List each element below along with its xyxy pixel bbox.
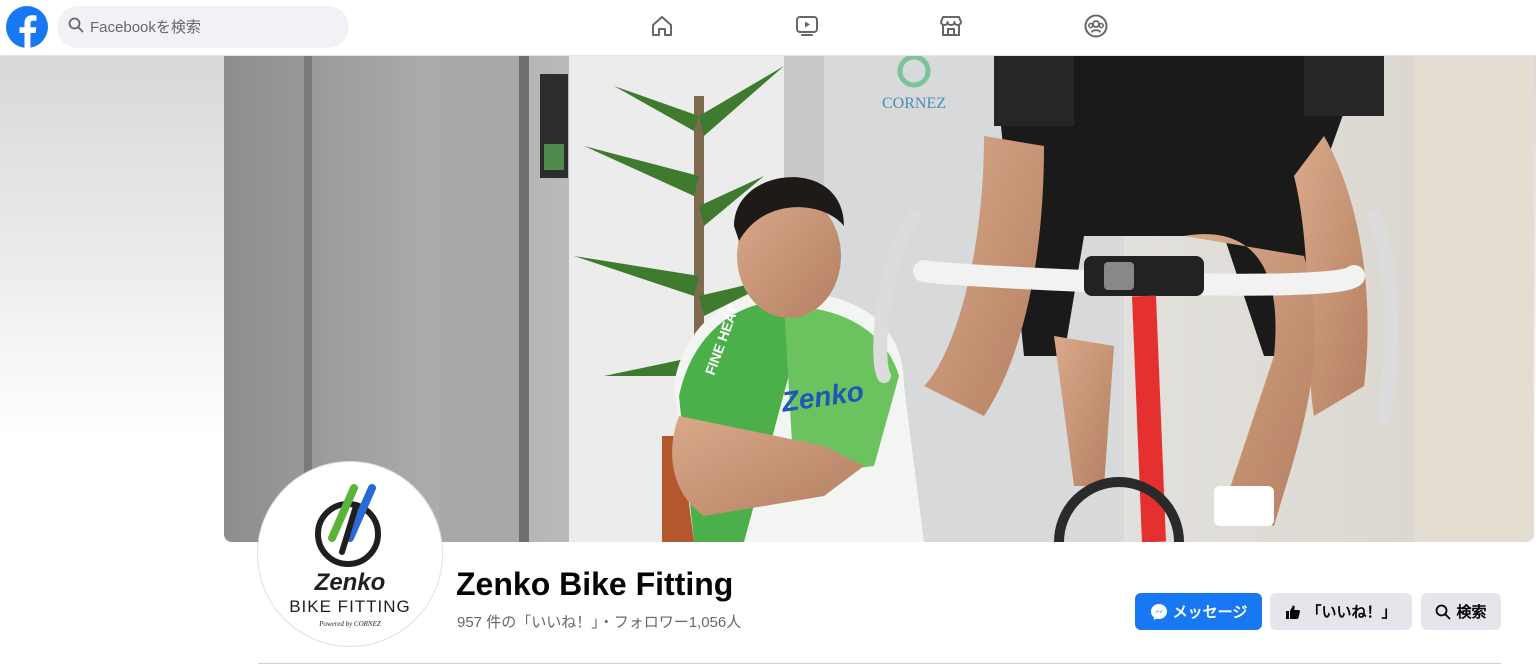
header-divider [258,663,1501,664]
search-icon [1435,604,1451,620]
logo-subtitle-text: BIKE FITTING [289,597,411,616]
video-icon [794,13,820,44]
logo-powered-text: Powered by CORNEZ [318,620,381,628]
page-title: Zenko Bike Fitting [456,566,734,602]
page-like-follower-stats[interactable]: 957 件の「いいね！」・フォロワー1,056人 [457,611,741,632]
search-input[interactable] [90,18,330,36]
facebook-logo-icon[interactable] [6,6,48,49]
nav-video[interactable] [787,8,827,48]
home-icon [649,13,675,44]
nav-groups[interactable] [1076,8,1116,48]
search-icon [68,17,84,38]
message-button-label: メッセージ [1172,604,1248,621]
like-button-label: 「いいね！」 [1306,604,1397,621]
marketplace-icon [938,13,964,44]
groups-icon [1083,13,1109,44]
page-search-button[interactable]: 検索 [1421,593,1501,630]
cover-sign-text: CORNEZ [882,95,946,112]
profile-picture[interactable]: Zenko BIKE FITTING Powered by CORNEZ [258,462,442,646]
top-navigation-bar [0,0,1536,56]
nav-home[interactable] [642,8,682,48]
messenger-icon [1150,603,1168,621]
thumbs-up-icon [1285,604,1301,620]
logo-brand-text: Zenko [314,569,386,596]
search-box[interactable] [57,6,349,48]
cover-photo[interactable]: CORNEZ Zenko FINE HEAT [224,56,1534,542]
nav-marketplace[interactable] [931,8,971,48]
message-button[interactable]: メッセージ [1135,593,1262,630]
page-search-button-label: 検索 [1456,604,1487,621]
like-button[interactable]: 「いいね！」 [1270,593,1412,630]
